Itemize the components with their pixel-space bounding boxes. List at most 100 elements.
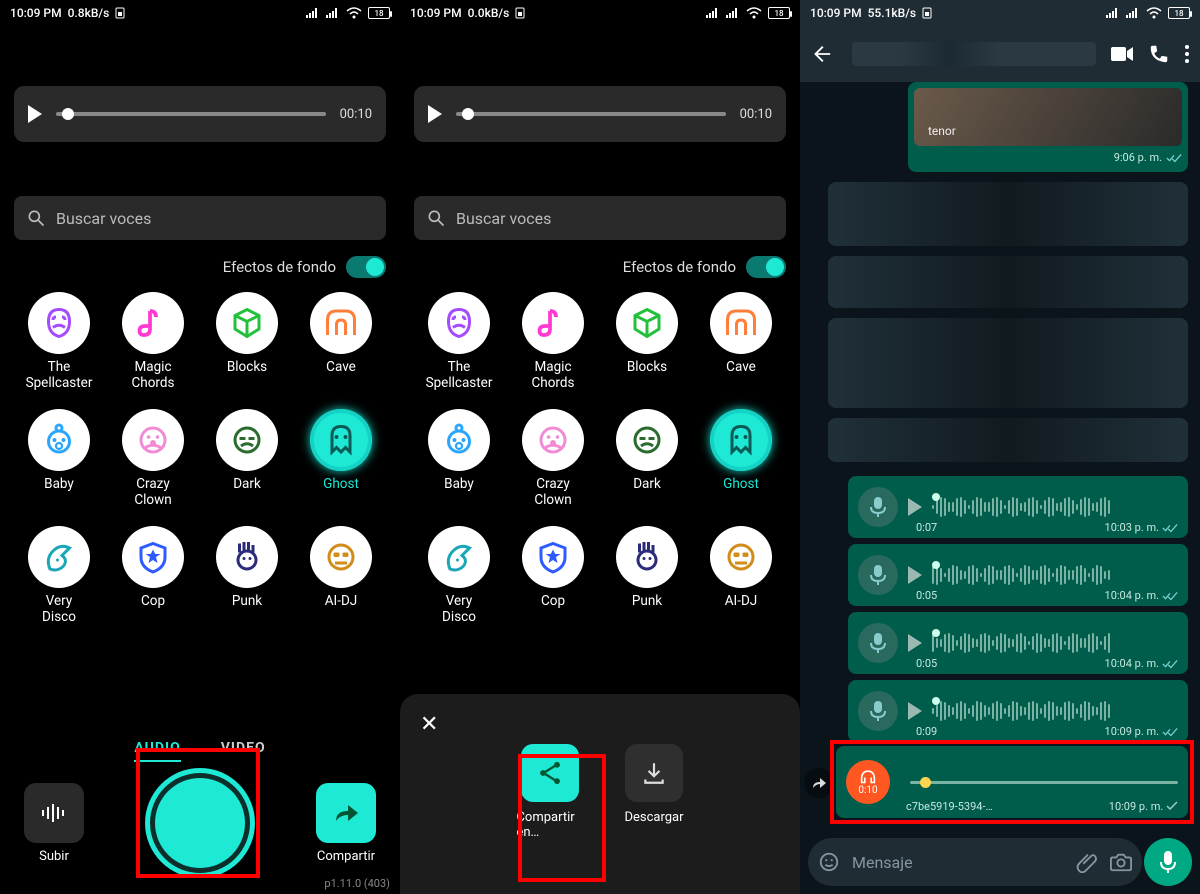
voice-call-icon[interactable] [1148, 43, 1170, 65]
voice-magic[interactable]: MagicChords [106, 292, 200, 391]
play-icon[interactable] [908, 702, 922, 720]
search-input[interactable]: Buscar voces [14, 196, 386, 240]
toggle-label: Efectos de fondo [623, 258, 736, 276]
audio-player[interactable]: 00:10 [414, 86, 786, 142]
double-check-icon [1162, 659, 1178, 669]
close-sheet-button[interactable]: ✕ [420, 712, 438, 737]
download-button[interactable] [625, 744, 683, 802]
voice-label: TheSpellcaster [26, 360, 93, 391]
battery-icon: 18 [768, 7, 790, 19]
gif-message[interactable]: tenor 9:06 p. m. [908, 82, 1188, 172]
audio-timestamp: 10:09 p. m. [1109, 800, 1163, 813]
mic-button[interactable] [1144, 838, 1192, 886]
voice-label: Ghost [723, 477, 759, 493]
voice-disco[interactable]: VeryDisco [12, 526, 106, 625]
camera-icon[interactable] [1110, 852, 1132, 872]
voice-cave[interactable]: Cave [294, 292, 388, 391]
search-icon [426, 208, 446, 228]
upload-button[interactable] [24, 783, 84, 843]
double-check-icon [1162, 523, 1178, 533]
wifi-icon [1146, 7, 1162, 19]
voice-message[interactable]: 0:0510:04 p. m. [848, 544, 1188, 606]
status-speed: 0.0kB/s [468, 6, 510, 20]
voice-spellcaster[interactable]: TheSpellcaster [412, 292, 506, 391]
voice-label: CrazyClown [534, 477, 571, 508]
background-effects-toggle[interactable] [746, 256, 786, 278]
voice-cop[interactable]: Cop [106, 526, 200, 625]
voice-label: MagicChords [132, 360, 175, 391]
chat-header [800, 26, 1200, 82]
attach-icon[interactable] [1076, 851, 1098, 873]
waveform-icon [40, 803, 68, 823]
play-icon[interactable] [908, 566, 922, 584]
voice-punk[interactable]: Punk [200, 526, 294, 625]
seek-slider[interactable] [56, 112, 326, 116]
forward-button[interactable] [804, 768, 834, 798]
voice-cop[interactable]: Cop [506, 526, 600, 625]
background-effects-toggle[interactable] [346, 256, 386, 278]
voice-ghost[interactable]: Ghost [294, 409, 388, 508]
wifi-icon [746, 7, 762, 19]
record-button[interactable] [155, 778, 245, 868]
voice-label: Cop [541, 594, 565, 610]
mic-avatar-icon [858, 623, 898, 663]
voice-magic[interactable]: MagicChords [506, 292, 600, 391]
seek-slider[interactable] [456, 112, 726, 116]
audio-seek[interactable] [910, 781, 1178, 784]
mic-icon [1159, 850, 1177, 874]
voice-message[interactable]: 0:07 10:03 p. m. [848, 476, 1188, 538]
voice-duration: 0:07 [916, 521, 937, 534]
play-icon[interactable] [28, 105, 42, 123]
voice-disco[interactable]: VeryDisco [412, 526, 506, 625]
audio-player[interactable]: 00:10 [14, 86, 386, 142]
wifi-icon [346, 7, 362, 19]
single-check-icon [1166, 801, 1178, 810]
voice-aidj[interactable]: AI-DJ [294, 526, 388, 625]
voice-spellcaster[interactable]: TheSpellcaster [12, 292, 106, 391]
version-label: p1.11.0 (403) [324, 877, 390, 890]
voice-blocks[interactable]: Blocks [200, 292, 294, 391]
play-icon[interactable] [428, 105, 442, 123]
voice-baby[interactable]: Baby [412, 409, 506, 508]
share-in-button[interactable] [521, 744, 579, 802]
play-icon[interactable] [908, 498, 922, 516]
share-label: Compartir [317, 849, 375, 864]
voice-cave[interactable]: Cave [694, 292, 788, 391]
waveform[interactable] [932, 632, 1178, 654]
waveform[interactable] [932, 496, 1178, 518]
voice-baby[interactable]: Baby [12, 409, 106, 508]
share-button[interactable] [316, 783, 376, 843]
play-icon[interactable] [908, 634, 922, 652]
voice-message[interactable]: 0:0910:09 p. m. [848, 680, 1188, 742]
voice-timestamp: 10:09 p. m. [1105, 725, 1159, 738]
search-input[interactable]: Buscar voces [414, 196, 786, 240]
waveform[interactable] [932, 564, 1178, 586]
voice-ghost[interactable]: Ghost [694, 409, 788, 508]
voice-dark[interactable]: Dark [600, 409, 694, 508]
more-icon[interactable] [1184, 44, 1190, 64]
audio-file-message[interactable]: 0:10 c7be5919-5394-… 10:09 p. m. [836, 746, 1188, 818]
voice-clown[interactable]: CrazyClown [506, 409, 600, 508]
headphones-icon: 0:10 [846, 760, 890, 804]
voice-duration: 0:05 [916, 589, 937, 602]
emoji-icon[interactable] [818, 851, 840, 873]
signal-icon [1106, 8, 1120, 18]
voice-message[interactable]: 0:0510:04 p. m. [848, 612, 1188, 674]
waveform[interactable] [932, 700, 1178, 722]
voice-timestamp: 10:03 p. m. [1105, 521, 1159, 534]
voice-punk[interactable]: Punk [600, 526, 694, 625]
voice-label: TheSpellcaster [426, 360, 493, 391]
signal-icon [726, 8, 740, 18]
video-call-icon[interactable] [1110, 45, 1134, 63]
contact-name-redacted[interactable] [852, 42, 1096, 66]
voice-aidj[interactable]: AI-DJ [694, 526, 788, 625]
message-input[interactable]: Mensaje [808, 838, 1142, 886]
status-time: 10:09 PM [410, 6, 462, 20]
chat-body[interactable]: tenor 9:06 p. m. 0:0710:03 p. m.0:0510:0… [800, 82, 1200, 894]
back-icon[interactable] [810, 43, 832, 65]
voice-label: Cop [141, 594, 165, 610]
signal-icon [326, 8, 340, 18]
voice-dark[interactable]: Dark [200, 409, 294, 508]
voice-blocks[interactable]: Blocks [600, 292, 694, 391]
voice-clown[interactable]: CrazyClown [106, 409, 200, 508]
